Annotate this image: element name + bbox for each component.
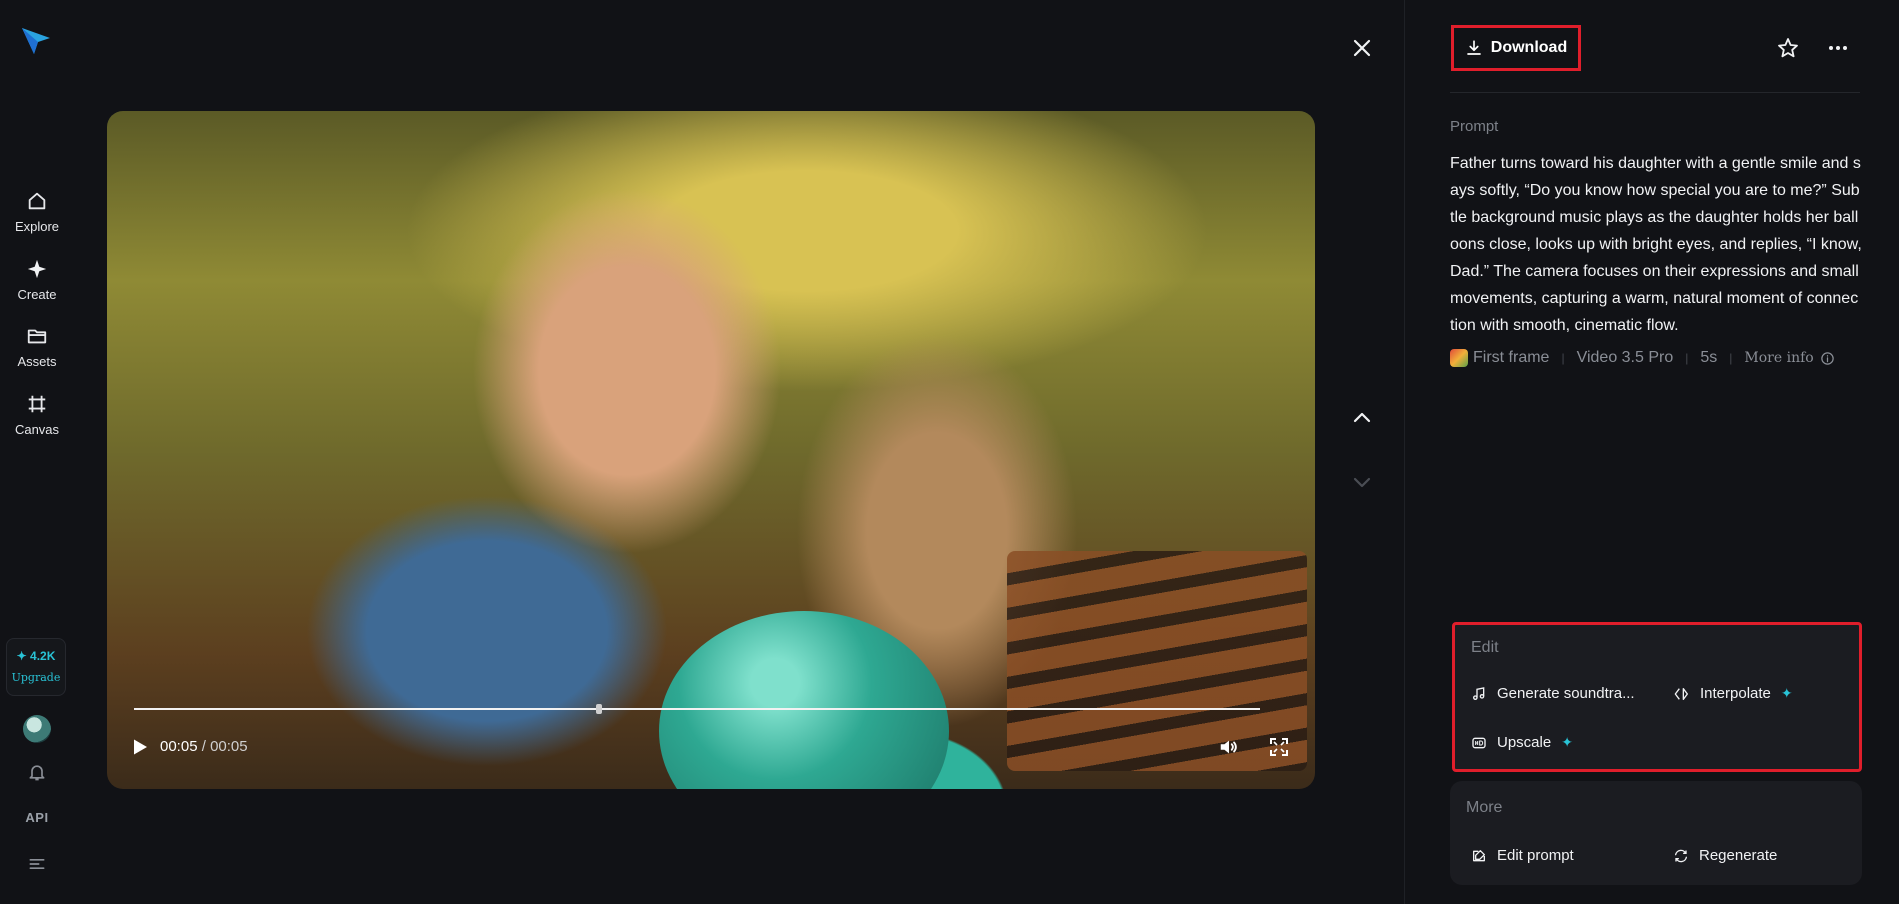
regenerate-icon — [1675, 849, 1687, 862]
download-icon — [1466, 40, 1481, 55]
app-logo[interactable] — [20, 26, 52, 56]
upscale-label: Upscale — [1497, 734, 1552, 751]
sidebar-item-label: Canvas — [14, 422, 60, 437]
meta-separator: | — [1729, 351, 1733, 365]
video-progress-bar[interactable] — [134, 704, 1260, 714]
credits-amount: ✦ 4.2K — [16, 649, 56, 663]
music-note-icon — [1473, 686, 1485, 700]
fullscreen-icon[interactable] — [1269, 737, 1289, 757]
generate-soundtrack-button[interactable]: Generate soundtra... — [1471, 685, 1635, 702]
more-section: More Edit prompt Regenerate — [1450, 781, 1862, 885]
more-options-icon[interactable] — [1826, 36, 1850, 60]
sidebar-item-assets[interactable]: Assets — [0, 325, 74, 371]
duration-label: 5s — [1700, 349, 1718, 366]
header-divider — [1450, 92, 1860, 93]
video-player[interactable]: 00:05 / 00:05 — [107, 111, 1315, 789]
meta-separator: | — [1685, 351, 1689, 365]
premium-sparkle-icon: ✦ — [1780, 685, 1793, 701]
menu-icon[interactable] — [27, 854, 47, 874]
home-icon — [28, 192, 46, 210]
first-frame-thumbnail[interactable] — [1450, 349, 1468, 367]
upscale-button[interactable]: Upscale ✦ — [1471, 734, 1573, 751]
credits-upgrade-card[interactable]: ✦ 4.2K Upgrade — [6, 638, 66, 696]
regenerate-button[interactable]: Regenerate — [1673, 847, 1777, 864]
bell-icon[interactable] — [27, 762, 47, 782]
avatar[interactable] — [23, 715, 51, 743]
more-info-label: More info — [1744, 350, 1814, 366]
meta-separator: | — [1561, 351, 1565, 365]
model-label: Video 3.5 Pro — [1576, 349, 1674, 366]
volume-icon[interactable] — [1218, 736, 1240, 758]
edit-prompt-label: Edit prompt — [1497, 847, 1574, 864]
sidebar-item-label: Assets — [17, 354, 57, 369]
close-icon[interactable] — [1350, 36, 1374, 60]
edit-section: Edit Generate soundtra... Interpolate ✦ … — [1452, 622, 1862, 772]
edit-title: Edit — [1471, 639, 1499, 656]
star-icon[interactable] — [1776, 36, 1800, 60]
edit-prompt-button[interactable]: Edit prompt — [1471, 847, 1574, 864]
more-title: More — [1466, 799, 1503, 816]
sparkle-icon — [27, 259, 47, 279]
video-duration: 00:05 — [210, 738, 248, 755]
sidebar-item-create[interactable]: Create — [0, 258, 74, 304]
regenerate-label: Regenerate — [1699, 847, 1778, 864]
video-time: 00:05 / 00:05 — [160, 738, 248, 755]
generate-soundtrack-label: Generate soundtra... — [1497, 685, 1635, 702]
time-separator: / — [197, 738, 211, 755]
interpolate-icon — [1674, 687, 1688, 700]
generation-meta: First frame | Video 3.5 Pro | 5s | More … — [1450, 349, 1835, 367]
more-info-link[interactable]: More info — [1744, 350, 1834, 366]
interpolate-label: Interpolate — [1700, 685, 1771, 702]
prompt-label: Prompt — [1450, 118, 1499, 135]
prompt-text: Father turns toward his daughter with a … — [1450, 155, 1862, 334]
sidebar-item-label: Create — [17, 287, 57, 302]
download-button[interactable]: Download — [1451, 25, 1581, 71]
info-icon — [1820, 351, 1834, 365]
download-label: Download — [1490, 39, 1568, 56]
folder-icon — [27, 329, 47, 344]
edit-icon — [1473, 849, 1485, 861]
interpolate-button[interactable]: Interpolate ✦ — [1674, 685, 1793, 702]
video-frame-bench — [1007, 551, 1307, 771]
panel-divider — [1404, 0, 1405, 904]
chevron-up-icon[interactable] — [1350, 406, 1374, 430]
current-time: 00:05 — [160, 738, 198, 755]
chevron-down-icon[interactable] — [1350, 470, 1374, 494]
hd-icon — [1472, 737, 1486, 748]
sidebar-item-canvas[interactable]: Canvas — [0, 393, 74, 439]
sidebar: Explore Create Assets Canvas ✦ 4.2K Upgr… — [0, 0, 74, 904]
play-icon[interactable] — [131, 738, 149, 756]
sidebar-item-label: Explore — [14, 219, 60, 234]
video-frame-balloon — [659, 611, 949, 789]
api-link[interactable]: API — [0, 810, 74, 825]
premium-sparkle-icon: ✦ — [1561, 734, 1573, 750]
progress-handle[interactable] — [595, 704, 602, 714]
canvas-grid-icon — [28, 395, 46, 413]
first-frame-label[interactable]: First frame — [1473, 349, 1549, 367]
sidebar-item-explore[interactable]: Explore — [0, 190, 74, 236]
upgrade-link[interactable]: Upgrade — [7, 671, 65, 684]
